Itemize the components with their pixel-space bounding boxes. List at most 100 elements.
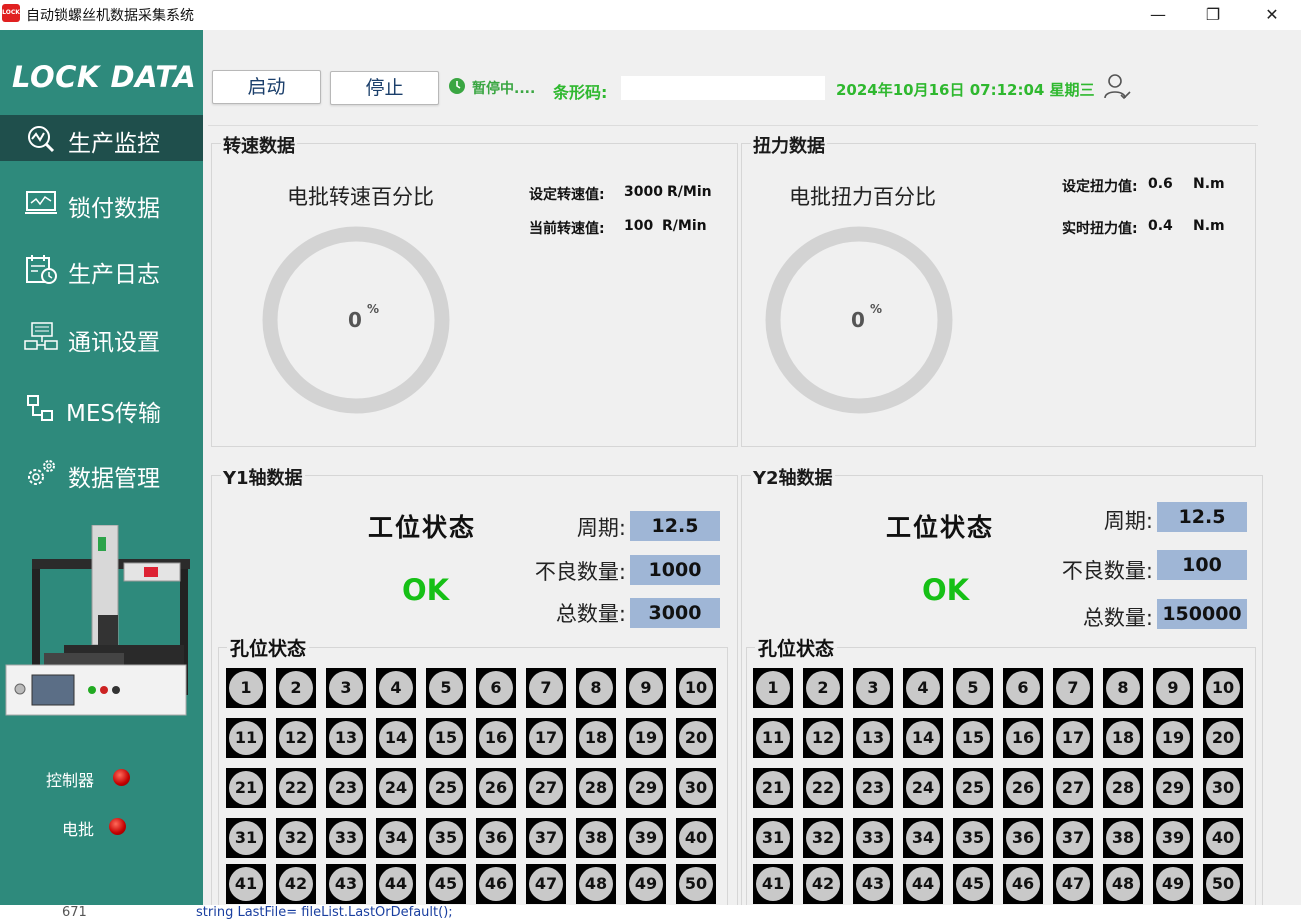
monitor-chart-icon [25, 191, 57, 214]
y2-hole: 12 [803, 718, 843, 758]
y2-cycle-label: 周期: [1103, 509, 1153, 533]
y2-hole: 37 [1053, 818, 1093, 858]
speed-gauge-title: 电批转速百分比 [287, 185, 434, 209]
y2-hole-number: 47 [1056, 867, 1090, 901]
y1-hole-number: 22 [279, 771, 313, 805]
y2-hole: 3 [853, 668, 893, 708]
y1-hole-number: 35 [429, 821, 463, 855]
y1-hole-number: 27 [529, 771, 563, 805]
y1-hole-number: 31 [229, 821, 263, 855]
y2-hole-number: 6 [1006, 671, 1040, 705]
user-icon[interactable] [1102, 72, 1132, 102]
nav-mes-transfer[interactable]: MES传输 [0, 385, 203, 431]
y2-hole: 15 [953, 718, 993, 758]
y2-hole: 13 [853, 718, 893, 758]
y2-hole-number: 1 [756, 671, 790, 705]
y2-defect-count-value: 100 [1157, 550, 1247, 580]
y2-hole: 30 [1203, 768, 1243, 808]
y2-hole-number: 13 [856, 721, 890, 755]
y1-defect-count-label: 不良数量: [534, 560, 626, 584]
controller-indicator-label: 控制器 [46, 771, 95, 790]
minimize-button[interactable]: — [1135, 0, 1181, 30]
y2-hole-number: 34 [906, 821, 940, 855]
y2-hole: 10 [1203, 668, 1243, 708]
maximize-button[interactable]: ❐ [1190, 0, 1236, 30]
toolbar-divider [208, 125, 1258, 126]
nav-label: 生产日志 [68, 262, 160, 288]
nav-label: 锁付数据 [68, 196, 160, 222]
nav-label: 通讯设置 [68, 330, 160, 356]
y2-hole-number: 43 [856, 867, 890, 901]
y1-hole: 13 [326, 718, 366, 758]
app-logo: LOCK DATA [12, 60, 197, 94]
y1-hole-number: 43 [329, 867, 363, 901]
nav-production-monitor[interactable]: 生产监控 [0, 115, 203, 161]
y1-hole: 24 [376, 768, 416, 808]
close-button[interactable]: ✕ [1249, 0, 1295, 30]
y1-hole: 41 [226, 864, 266, 904]
y1-hole: 26 [476, 768, 516, 808]
y1-hole-number: 21 [229, 771, 263, 805]
y1-hole-number: 46 [479, 867, 513, 901]
y1-hole-number: 25 [429, 771, 463, 805]
y1-hole: 33 [326, 818, 366, 858]
y1-hole-number: 36 [479, 821, 513, 855]
y1-hole: 17 [526, 718, 566, 758]
y2-hole: 4 [903, 668, 943, 708]
y1-hole-number: 48 [579, 867, 613, 901]
y1-hole: 22 [276, 768, 316, 808]
y1-hole-number: 28 [579, 771, 613, 805]
y2-hole-number: 30 [1206, 771, 1240, 805]
y1-hole-number: 40 [679, 821, 713, 855]
y1-hole: 11 [226, 718, 266, 758]
y2-hole-number: 41 [756, 867, 790, 901]
y2-hole-number: 48 [1106, 867, 1140, 901]
driver-status-led [109, 818, 126, 835]
y2-hole-number: 16 [1006, 721, 1040, 755]
y1-hole: 35 [426, 818, 466, 858]
y1-hole: 4 [376, 668, 416, 708]
y1-hole-number: 11 [229, 721, 263, 755]
y2-hole: 26 [1003, 768, 1043, 808]
y2-hole: 18 [1103, 718, 1143, 758]
y1-hole: 37 [526, 818, 566, 858]
nav-comm-settings[interactable]: 通讯设置 [0, 314, 203, 360]
set-speed-unit: R/Min [667, 184, 712, 200]
y2-hole: 28 [1103, 768, 1143, 808]
y1-hole: 46 [476, 864, 516, 904]
current-datetime: 2024年10月16日 07:12:04 星期三 [836, 81, 1095, 99]
y2-hole-number: 29 [1156, 771, 1190, 805]
y2-hole: 9 [1153, 668, 1193, 708]
y2-hole-number: 50 [1206, 867, 1240, 901]
barcode-input[interactable] [621, 76, 825, 100]
y1-hole: 45 [426, 864, 466, 904]
y2-hole: 5 [953, 668, 993, 708]
network-icon [24, 322, 58, 350]
current-speed-label: 当前转速值: [529, 221, 605, 237]
y1-hole: 40 [676, 818, 716, 858]
torque-gauge-value: 0 [851, 308, 865, 332]
y1-hole-number: 50 [679, 867, 713, 901]
y1-hole: 30 [676, 768, 716, 808]
set-torque-value: 0.6 [1148, 176, 1173, 192]
start-button[interactable]: 启动 [212, 70, 321, 104]
y1-hole-number: 24 [379, 771, 413, 805]
y1-hole-number: 41 [229, 867, 263, 901]
y2-hole-number: 8 [1106, 671, 1140, 705]
y1-hole-number: 16 [479, 721, 513, 755]
y2-hole: 27 [1053, 768, 1093, 808]
nav-data-management[interactable]: 数据管理 [0, 450, 203, 496]
nav-production-log[interactable]: 生产日志 [0, 246, 203, 292]
y1-hole: 32 [276, 818, 316, 858]
y1-hole-number: 42 [279, 867, 313, 901]
app-icon: LOCK [2, 4, 20, 22]
y1-hole: 36 [476, 818, 516, 858]
y1-hole: 21 [226, 768, 266, 808]
y2-hole: 24 [903, 768, 943, 808]
y2-hole: 31 [753, 818, 793, 858]
nav-lock-data[interactable]: 锁付数据 [0, 180, 203, 226]
y1-hole-number: 3 [329, 671, 363, 705]
speed-panel-title: 转速数据 [221, 132, 297, 158]
controller-status-led [113, 769, 130, 786]
stop-button[interactable]: 停止 [330, 71, 439, 105]
